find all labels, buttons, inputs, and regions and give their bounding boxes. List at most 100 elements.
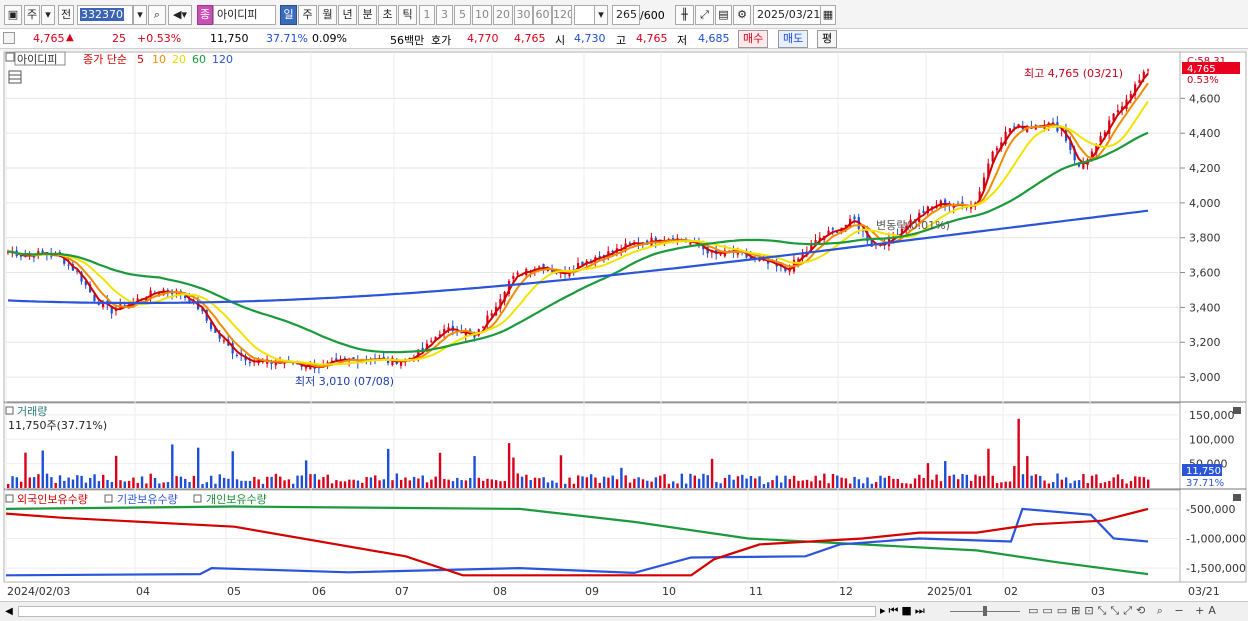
interval-dropdown-icon[interactable]: ▾ xyxy=(594,5,608,25)
volume-bar xyxy=(987,448,990,488)
interval-30-button[interactable]: 30 xyxy=(514,5,533,25)
y-tick-label: 4,400 xyxy=(1189,127,1221,140)
volume-bar xyxy=(443,479,446,488)
volume-bar xyxy=(602,476,606,488)
volume-bar xyxy=(171,444,174,488)
volume-bar xyxy=(805,479,809,488)
volume-bar xyxy=(71,479,75,488)
scroll-left-icon[interactable]: ◀ xyxy=(3,605,15,618)
window-icon[interactable]: ▣ xyxy=(4,5,22,25)
volume-bar xyxy=(728,474,731,488)
volume-bar xyxy=(214,483,217,488)
volume-bar xyxy=(900,483,904,488)
holding-close-icon[interactable] xyxy=(1233,494,1241,501)
search-icon[interactable]: ⌕ xyxy=(148,5,166,25)
candle-body xyxy=(430,340,433,342)
candle-body xyxy=(598,255,601,257)
volume-bar xyxy=(710,458,714,488)
volume-bar xyxy=(136,482,139,488)
sell-button[interactable]: 매도 xyxy=(778,30,809,48)
volume-bar xyxy=(551,480,554,488)
volume-bar xyxy=(568,477,571,488)
period-tick-button[interactable]: 틱 xyxy=(398,5,417,25)
interval-1-button[interactable]: 1 xyxy=(419,5,435,25)
volume-bar xyxy=(1052,481,1055,488)
volume-bar xyxy=(818,480,822,488)
code-dropdown-icon[interactable]: ▾ xyxy=(133,5,147,25)
ma120-label: 120 xyxy=(212,53,233,66)
candle-body xyxy=(853,216,856,220)
y-tick-label: 4,000 xyxy=(1189,197,1221,210)
volume-bar xyxy=(659,475,662,488)
count-input[interactable]: 265 xyxy=(612,5,640,25)
volume-bar xyxy=(520,476,524,488)
stock-code-input[interactable]: 332370 xyxy=(77,5,133,25)
quote-toggle-icon[interactable] xyxy=(3,32,15,44)
date-input[interactable]: 2025/03/21 xyxy=(753,5,821,25)
prev-button[interactable]: 전 xyxy=(58,5,74,25)
volume-bar xyxy=(1047,483,1051,488)
candle-body xyxy=(1147,69,1150,71)
ma-series-label: 종가 단순 xyxy=(83,53,127,66)
interval-10-button[interactable]: 10 xyxy=(472,5,492,25)
chart-tools-icons[interactable]: ▭▭▭⊞⊡⤡⤡⤢⟲ ⌕ − +A xyxy=(1028,604,1246,619)
volume-box-value: 11,750 xyxy=(1186,466,1221,477)
candle-body xyxy=(67,264,70,266)
period-minute-button[interactable]: 분 xyxy=(358,5,377,25)
interval-3-button[interactable]: 3 xyxy=(436,5,453,25)
candle-body xyxy=(538,266,541,268)
volume-close-icon[interactable] xyxy=(1233,407,1241,414)
bid-price-2: 4,765 xyxy=(514,32,546,45)
volume-bar xyxy=(188,482,191,488)
chart-area[interactable]: 3,000 3,200 3,400 3,600 3,800 4,000 4,200 4,400… xyxy=(0,51,1248,601)
volume-bar xyxy=(1099,483,1102,488)
ma20-label: 20 xyxy=(172,53,186,66)
volume-bar xyxy=(585,477,589,488)
zoom-slider-handle[interactable] xyxy=(983,606,987,616)
type-select[interactable]: 주 xyxy=(24,5,40,25)
period-day-button[interactable]: 일 xyxy=(280,5,297,25)
interval-60-button[interactable]: 60 xyxy=(533,5,552,25)
volume-bar xyxy=(1064,477,1068,488)
low-label: 저 xyxy=(677,34,688,47)
volume-bar xyxy=(391,480,394,488)
volume-bar xyxy=(339,481,342,488)
interval-120-button[interactable]: 120 xyxy=(552,5,572,25)
buy-button[interactable]: 매수 xyxy=(738,30,769,48)
volume-bar xyxy=(1129,481,1133,488)
volume-bar xyxy=(1077,480,1081,488)
candle-icon[interactable]: ╫ xyxy=(675,5,694,25)
volume-bar xyxy=(464,480,468,488)
volume-bar xyxy=(775,475,779,488)
volume-bar xyxy=(119,480,122,488)
period-second-button[interactable]: 초 xyxy=(378,5,397,25)
stock-code-text: 332370 xyxy=(80,8,124,21)
table-icon[interactable] xyxy=(8,70,22,84)
calendar-icon[interactable]: ▦ xyxy=(820,5,836,25)
volume-bar xyxy=(348,479,351,488)
volume-bar xyxy=(343,481,347,488)
save-icon[interactable]: ▤ xyxy=(715,5,732,25)
volume-bar xyxy=(266,476,269,488)
gear-icon[interactable]: ⚙ xyxy=(733,5,751,25)
x-tick-label: 2025/01 xyxy=(927,585,973,598)
volume-bar xyxy=(335,480,338,488)
interval-5-button[interactable]: 5 xyxy=(454,5,471,25)
interval-20-button[interactable]: 20 xyxy=(493,5,513,25)
scroll-track[interactable] xyxy=(18,606,876,617)
eval-button[interactable]: 평 xyxy=(817,30,838,48)
period-week-button[interactable]: 주 xyxy=(298,5,317,25)
volume-bar xyxy=(1039,475,1042,488)
stock-name-field[interactable]: 아이디피 xyxy=(213,5,276,25)
volume-bar xyxy=(240,480,243,488)
period-year-button[interactable]: 년 xyxy=(338,5,357,25)
turnover-rate: 0.09% xyxy=(312,32,347,45)
volume-bar xyxy=(287,479,291,488)
type-dropdown-icon[interactable]: ▾ xyxy=(41,5,55,25)
line-tool-icon[interactable]: ⤢ xyxy=(695,5,714,25)
candle-body xyxy=(41,250,44,253)
volume-bar xyxy=(831,473,835,488)
speaker-icon[interactable]: ◀▾ xyxy=(168,5,192,25)
period-month-button[interactable]: 월 xyxy=(318,5,337,25)
volume-bar xyxy=(849,483,852,488)
